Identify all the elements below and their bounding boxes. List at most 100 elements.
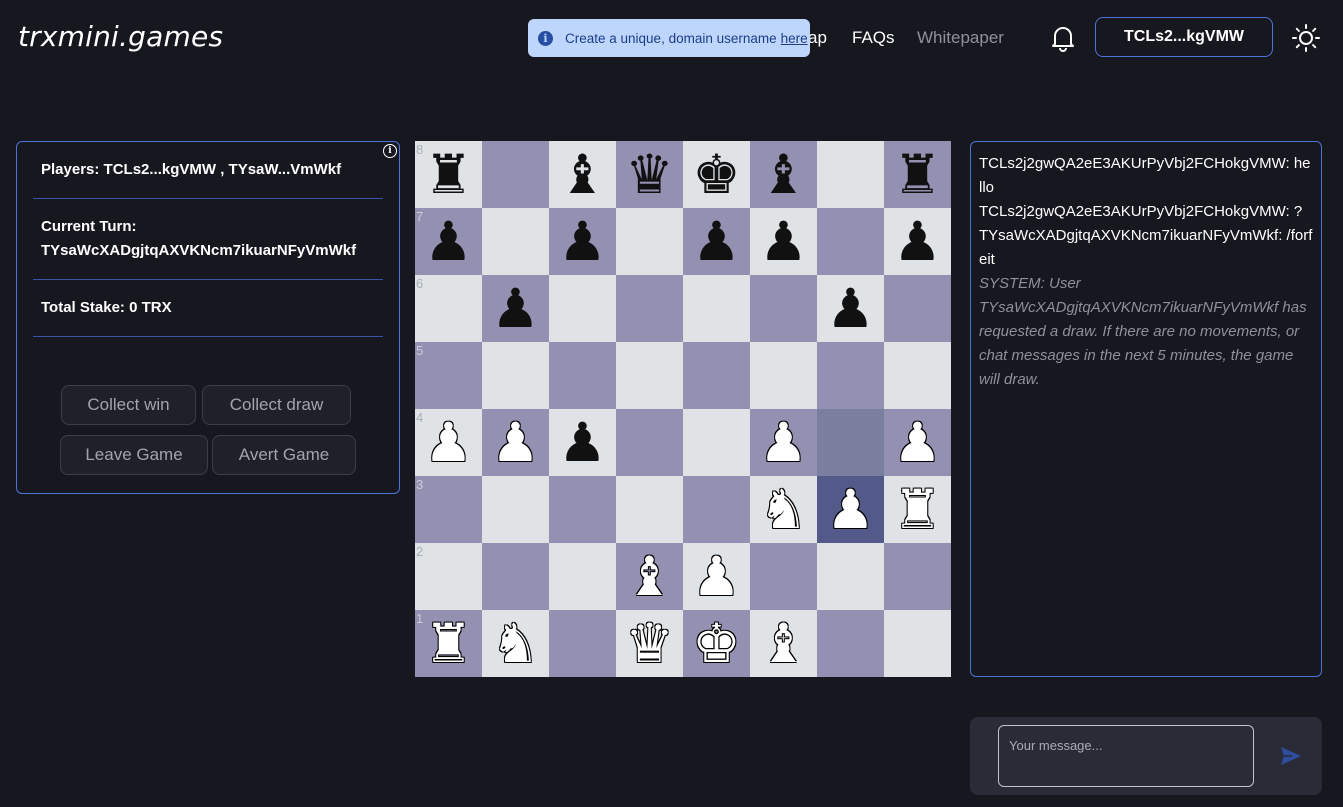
board-square[interactable] [616, 208, 683, 275]
black-rook-icon[interactable]: ♜ [424, 147, 472, 202]
white-pawn-icon[interactable]: ♟ [424, 415, 472, 470]
board-square[interactable]: ♝ [750, 610, 817, 677]
board-square[interactable] [482, 208, 549, 275]
black-king-icon[interactable]: ♚ [692, 147, 740, 202]
board-square[interactable] [817, 342, 884, 409]
board-square[interactable] [616, 275, 683, 342]
black-pawn-icon[interactable]: ♟ [424, 214, 472, 269]
black-pawn-icon[interactable]: ♟ [893, 214, 941, 269]
black-bishop-icon[interactable]: ♝ [759, 147, 807, 202]
board-square[interactable] [884, 543, 951, 610]
nav-whitepaper-link[interactable]: Whitepaper [917, 28, 1004, 48]
board-square[interactable] [616, 409, 683, 476]
black-queen-icon[interactable]: ♛ [625, 147, 673, 202]
black-pawn-icon[interactable]: ♟ [826, 281, 874, 336]
send-icon[interactable] [1280, 745, 1302, 767]
white-rook-icon[interactable]: ♜ [893, 482, 941, 537]
board-square[interactable] [482, 476, 549, 543]
board-square[interactable]: 8 ♜ [415, 141, 482, 208]
leave-game-button[interactable]: Leave Game [60, 435, 208, 475]
board-square[interactable]: ♟ [750, 208, 817, 275]
board-square[interactable] [884, 275, 951, 342]
board-square[interactable]: ♚ [683, 141, 750, 208]
board-square[interactable]: 7 ♟ [415, 208, 482, 275]
board-square[interactable] [549, 342, 616, 409]
white-queen-icon[interactable]: ♛ [625, 616, 673, 671]
board-square[interactable] [549, 275, 616, 342]
board-square[interactable] [549, 543, 616, 610]
board-square[interactable] [482, 141, 549, 208]
white-pawn-icon[interactable]: ♟ [893, 415, 941, 470]
board-square[interactable]: ♝ [750, 141, 817, 208]
board-square[interactable] [683, 476, 750, 543]
board-square[interactable] [817, 409, 884, 476]
white-pawn-icon[interactable]: ♟ [759, 415, 807, 470]
avert-game-button[interactable]: Avert Game [212, 435, 356, 475]
board-square[interactable] [616, 476, 683, 543]
collect-draw-button[interactable]: Collect draw [202, 385, 351, 425]
white-pawn-icon[interactable]: ♟ [692, 549, 740, 604]
board-square[interactable] [884, 610, 951, 677]
collect-win-button[interactable]: Collect win [61, 385, 196, 425]
board-square[interactable]: 3 [415, 476, 482, 543]
white-knight-icon[interactable]: ♞ [759, 482, 807, 537]
black-rook-icon[interactable]: ♜ [893, 147, 941, 202]
board-square[interactable]: ♜ [884, 476, 951, 543]
board-square[interactable] [616, 342, 683, 409]
board-square[interactable]: ♜ [884, 141, 951, 208]
board-square[interactable]: ♚ [683, 610, 750, 677]
white-bishop-icon[interactable]: ♝ [625, 549, 673, 604]
board-square[interactable]: ♟ [817, 476, 884, 543]
board-square[interactable]: ♟ [549, 208, 616, 275]
toast-here-link[interactable]: here [781, 31, 808, 46]
board-square[interactable] [750, 543, 817, 610]
board-square[interactable] [817, 208, 884, 275]
board-square[interactable]: ♟ [750, 409, 817, 476]
nav-faqs-link[interactable]: FAQs [852, 28, 895, 48]
board-square[interactable]: ♟ [683, 208, 750, 275]
board-square[interactable] [817, 543, 884, 610]
black-pawn-icon[interactable]: ♟ [558, 214, 606, 269]
board-square[interactable]: ♟ [549, 409, 616, 476]
board-square[interactable]: 5 [415, 342, 482, 409]
board-square[interactable]: ♞ [750, 476, 817, 543]
chess-board[interactable]: 8 ♜ ♝ ♛ ♚ ♝ ♜ 7 ♟ ♟ ♟ ♟ ♟ 6 ♟ ♟ 5 4 ♟ ♟ ♟ ♟ ♟ 3 ♞ ♟ ♜ 2 ♝ ♟ 1 ♜ ♞ ♛ ♚ ♝ [415, 141, 951, 677]
black-pawn-icon[interactable]: ♟ [558, 415, 606, 470]
white-knight-icon[interactable]: ♞ [491, 616, 539, 671]
board-square[interactable] [683, 409, 750, 476]
board-square[interactable] [482, 543, 549, 610]
board-square[interactable] [817, 141, 884, 208]
white-rook-icon[interactable]: ♜ [424, 616, 472, 671]
black-pawn-icon[interactable]: ♟ [692, 214, 740, 269]
nav-roadmap-link[interactable]: ap [808, 28, 827, 48]
board-square[interactable] [683, 275, 750, 342]
board-square[interactable] [683, 342, 750, 409]
white-pawn-icon[interactable]: ♟ [826, 482, 874, 537]
board-square[interactable]: 4 ♟ [415, 409, 482, 476]
white-pawn-icon[interactable]: ♟ [491, 415, 539, 470]
board-square[interactable] [549, 476, 616, 543]
black-pawn-icon[interactable]: ♟ [759, 214, 807, 269]
board-square[interactable] [482, 342, 549, 409]
board-square[interactable]: 2 [415, 543, 482, 610]
board-square[interactable]: ♟ [884, 208, 951, 275]
brand-logo[interactable]: trxmini.games [18, 20, 223, 53]
board-square[interactable]: ♛ [616, 141, 683, 208]
board-square[interactable] [817, 610, 884, 677]
board-square[interactable] [549, 610, 616, 677]
board-square[interactable]: 1 ♜ [415, 610, 482, 677]
sun-icon[interactable] [1292, 24, 1320, 52]
white-bishop-icon[interactable]: ♝ [759, 616, 807, 671]
board-square[interactable] [750, 342, 817, 409]
board-square[interactable]: ♟ [482, 275, 549, 342]
wallet-button[interactable]: TCLs2...kgVMW [1095, 17, 1273, 57]
info-icon[interactable]: i [383, 144, 397, 158]
board-square[interactable]: ♟ [817, 275, 884, 342]
board-square[interactable]: ♟ [683, 543, 750, 610]
white-king-icon[interactable]: ♚ [692, 616, 740, 671]
board-square[interactable]: ♝ [549, 141, 616, 208]
board-square[interactable]: 6 [415, 275, 482, 342]
bell-icon[interactable] [1051, 24, 1075, 52]
black-bishop-icon[interactable]: ♝ [558, 147, 606, 202]
black-pawn-icon[interactable]: ♟ [491, 281, 539, 336]
